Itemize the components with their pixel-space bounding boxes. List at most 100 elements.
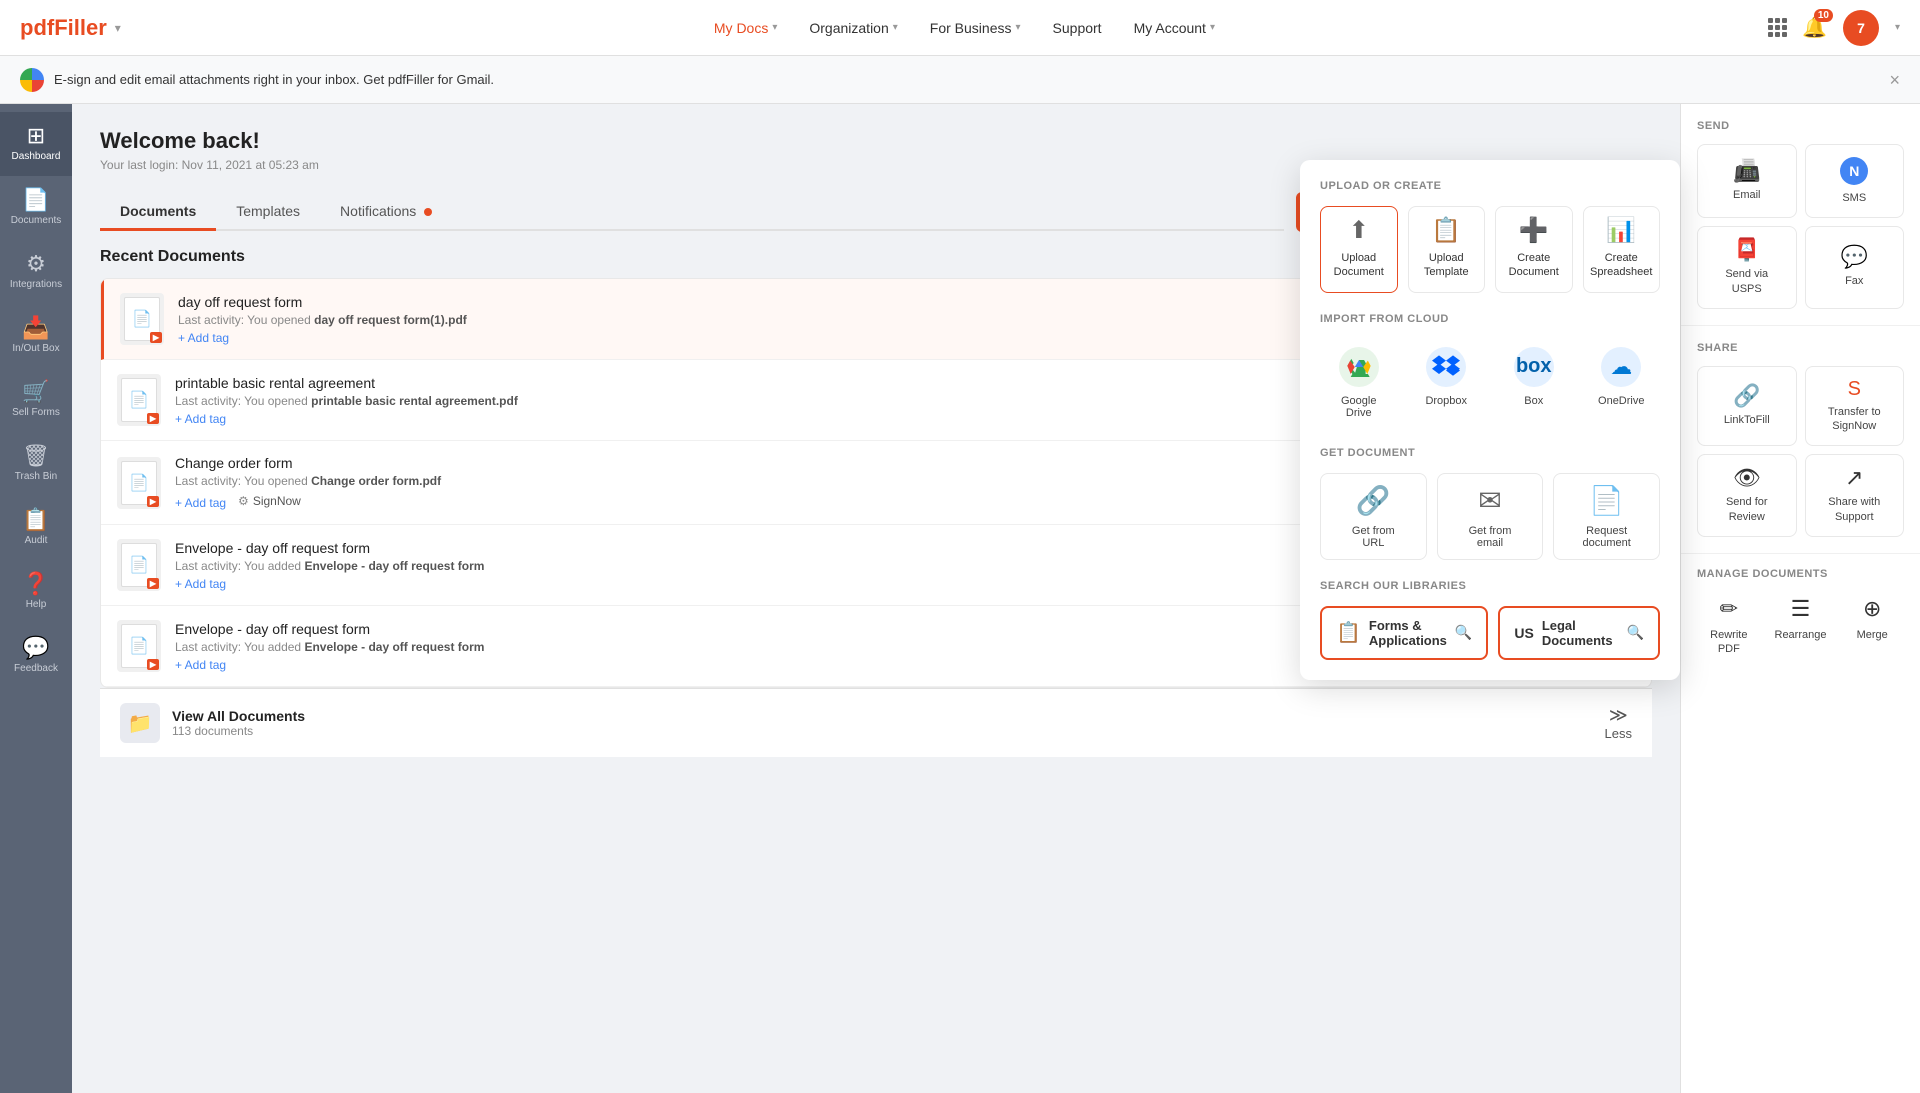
request-doc-label: Requestdocument bbox=[1583, 525, 1631, 549]
onedrive-label: OneDrive bbox=[1598, 395, 1644, 407]
welcome-title: Welcome back! bbox=[100, 128, 1652, 154]
sidebar-audit-label: Audit bbox=[25, 535, 48, 547]
doc-badge: ▶ bbox=[147, 496, 159, 507]
sidebar-item-integrations[interactable]: ⚙ Integrations bbox=[0, 240, 72, 304]
upload-document-item[interactable]: ⬆ UploadDocument bbox=[1320, 206, 1398, 293]
send-usps-action[interactable]: 📮 Send viaUSPS bbox=[1697, 226, 1797, 309]
share-support-icon: ↗ bbox=[1845, 467, 1863, 489]
create-document-item[interactable]: ➕ CreateDocument bbox=[1495, 206, 1573, 293]
doc-thumbnail: 📄 ▶ bbox=[120, 293, 164, 345]
right-panel: SEND 📠 Email N SMS 📮 Send viaUSPS 💬 Fax bbox=[1680, 104, 1920, 1093]
nav-organization[interactable]: Organization ▾ bbox=[795, 12, 911, 44]
banner-close-button[interactable]: × bbox=[1889, 71, 1900, 89]
nav-support[interactable]: Support bbox=[1039, 12, 1116, 44]
legal-docs-item[interactable]: US LegalDocuments 🔍 bbox=[1498, 606, 1660, 660]
google-drive-item[interactable]: GoogleDrive bbox=[1320, 339, 1398, 427]
upload-create-grid: ⬆ UploadDocument 📋 UploadTemplate ➕ Crea… bbox=[1320, 206, 1660, 293]
banner-text: E-sign and edit email attachments right … bbox=[54, 72, 494, 87]
sms-label: Fax bbox=[1845, 274, 1863, 288]
get-from-url-item[interactable]: 🔗 Get fromURL bbox=[1320, 473, 1427, 560]
forms-search-icon[interactable]: 🔍 bbox=[1455, 624, 1472, 641]
sidebar-item-help[interactable]: ❓ Help bbox=[0, 560, 72, 624]
create-spreadsheet-item[interactable]: 📊 CreateSpreadsheet bbox=[1583, 206, 1661, 293]
tab-notifications[interactable]: Notifications bbox=[320, 193, 452, 229]
tab-templates-label: Templates bbox=[236, 203, 300, 219]
sidebar-item-documents[interactable]: 📄 Documents bbox=[0, 176, 72, 240]
onedrive-item[interactable]: ☁ OneDrive bbox=[1583, 339, 1661, 427]
legal-search-icon[interactable]: 🔍 bbox=[1627, 624, 1644, 641]
view-all-label[interactable]: View All Documents bbox=[172, 708, 305, 724]
sidebar-item-audit[interactable]: 📋 Audit bbox=[0, 496, 72, 560]
tab-templates[interactable]: Templates bbox=[216, 193, 320, 229]
sms-action[interactable]: 💬 Fax bbox=[1805, 226, 1905, 309]
box-label: Box bbox=[1524, 395, 1543, 407]
dropbox-item[interactable]: Dropbox bbox=[1408, 339, 1486, 427]
sidebar-item-trash-bin[interactable]: 🗑 Trash Bin bbox=[0, 432, 72, 496]
add-new-dropdown: UPLOAD OR CREATE ⬆ UploadDocument 📋 Uplo… bbox=[1300, 160, 1680, 680]
request-document-item[interactable]: 📄 Requestdocument bbox=[1553, 473, 1660, 560]
sidebar-item-feedback[interactable]: 💬 Feedback bbox=[0, 624, 72, 688]
integrations-icon: ⚙ bbox=[26, 253, 46, 275]
link-to-fill-action[interactable]: 🔗 LinkToFill bbox=[1697, 366, 1797, 447]
doc-badge: ▶ bbox=[150, 332, 162, 343]
notarize-action[interactable]: N SMS bbox=[1805, 144, 1905, 218]
forms-apps-item[interactable]: 📋 Forms &Applications 🔍 bbox=[1320, 606, 1488, 660]
rearrange-action[interactable]: ☰ Rearrange bbox=[1769, 588, 1833, 665]
logo[interactable]: pdfFiller ▾ bbox=[20, 15, 121, 41]
nav-my-docs-chevron: ▾ bbox=[772, 22, 777, 33]
transfer-signnow-label: Transfer toSignNow bbox=[1828, 405, 1881, 434]
less-label: Less bbox=[1605, 726, 1632, 741]
sidebar-feedback-label: Feedback bbox=[14, 663, 58, 675]
doc-add-tag[interactable]: + Add tag bbox=[175, 577, 226, 591]
less-button[interactable]: ≫ Less bbox=[1605, 706, 1632, 741]
doc-add-tag[interactable]: + Add tag bbox=[175, 496, 226, 510]
upload-template-item[interactable]: 📋 UploadTemplate bbox=[1408, 206, 1486, 293]
avatar-chevron: ▾ bbox=[1895, 22, 1900, 33]
upload-template-icon: 📋 bbox=[1431, 219, 1461, 243]
sidebar-item-dashboard[interactable]: ⊞ Dashboard bbox=[0, 112, 72, 176]
send-review-action[interactable]: 👁 Send forReview bbox=[1697, 454, 1797, 537]
merge-icon: ⊕ bbox=[1863, 596, 1881, 622]
rewrite-pdf-action[interactable]: ✏ RewritePDF bbox=[1697, 588, 1761, 665]
doc-add-tag[interactable]: + Add tag bbox=[175, 412, 226, 426]
apps-grid-icon[interactable] bbox=[1768, 18, 1786, 37]
send-usps-label: Send viaUSPS bbox=[1725, 267, 1768, 296]
tab-documents[interactable]: Documents bbox=[100, 193, 216, 229]
help-icon: ❓ bbox=[22, 573, 49, 595]
nav-for-business[interactable]: For Business ▾ bbox=[916, 12, 1035, 44]
transfer-signnow-action[interactable]: S Transfer toSignNow bbox=[1805, 366, 1905, 447]
nav-my-docs[interactable]: My Docs ▾ bbox=[700, 12, 791, 44]
send-grid: 📠 Email N SMS 📮 Send viaUSPS 💬 Fax bbox=[1697, 144, 1904, 309]
box-item[interactable]: box Box bbox=[1495, 339, 1573, 427]
fax-action[interactable]: 📠 Email bbox=[1697, 144, 1797, 218]
nav-my-account[interactable]: My Account ▾ bbox=[1120, 12, 1229, 44]
nav-right: 🔔 10 7 ▾ bbox=[1768, 10, 1900, 46]
merge-action[interactable]: ⊕ Merge bbox=[1840, 588, 1904, 665]
nav-org-chevron: ▾ bbox=[893, 22, 898, 33]
nav-account-chevron: ▾ bbox=[1210, 22, 1215, 33]
onedrive-icon: ☁ bbox=[1601, 347, 1641, 387]
get-from-email-item[interactable]: ✉ Get fromemail bbox=[1437, 473, 1544, 560]
sidebar-item-inout-box[interactable]: 📥 In/Out Box bbox=[0, 304, 72, 368]
get-doc-grid: 🔗 Get fromURL ✉ Get fromemail 📄 Requestd… bbox=[1320, 473, 1660, 560]
gmail-banner: E-sign and edit email attachments right … bbox=[0, 56, 1920, 104]
doc-add-tag[interactable]: + Add tag bbox=[178, 331, 229, 345]
forms-apps-icon: 📋 bbox=[1336, 620, 1361, 645]
create-doc-label: CreateDocument bbox=[1509, 251, 1559, 280]
doc-add-tag[interactable]: + Add tag bbox=[175, 658, 226, 672]
doc-count: 113 documents bbox=[172, 724, 305, 738]
sidebar-trash-label: Trash Bin bbox=[15, 471, 57, 483]
avatar[interactable]: 7 bbox=[1843, 10, 1879, 46]
doc-badge: ▶ bbox=[147, 659, 159, 670]
share-support-action[interactable]: ↗ Share withSupport bbox=[1805, 454, 1905, 537]
dropbox-icon bbox=[1426, 347, 1466, 387]
google-drive-label: GoogleDrive bbox=[1341, 395, 1376, 419]
library-title: SEARCH OUR LIBRARIES bbox=[1320, 580, 1660, 592]
request-doc-icon: 📄 bbox=[1589, 484, 1624, 517]
sms-icon: 💬 bbox=[1841, 246, 1868, 268]
sidebar-item-sell-forms[interactable]: 🛒 Sell Forms bbox=[0, 368, 72, 432]
notifications-button[interactable]: 🔔 10 bbox=[1802, 15, 1827, 40]
send-review-label: Send forReview bbox=[1726, 495, 1768, 524]
email-icon: ✉ bbox=[1478, 484, 1501, 517]
rearrange-icon: ☰ bbox=[1791, 596, 1811, 622]
